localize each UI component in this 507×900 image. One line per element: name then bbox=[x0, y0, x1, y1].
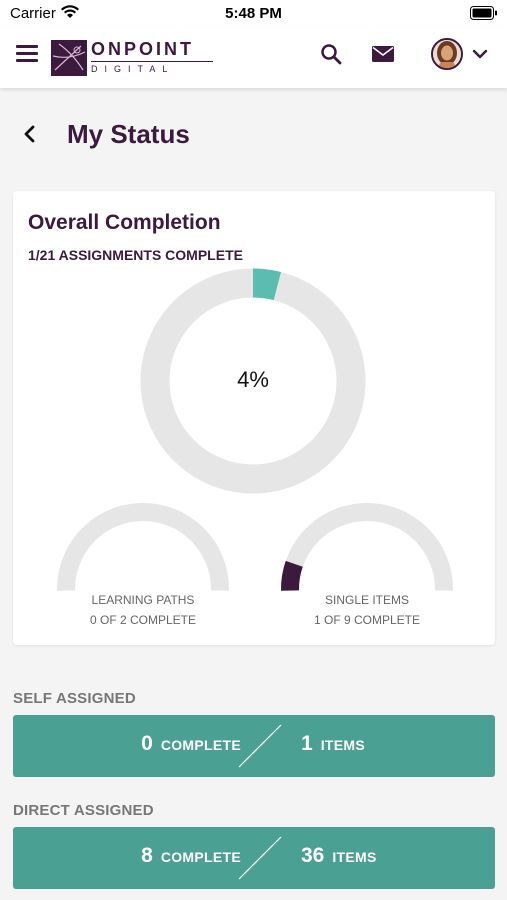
user-avatar[interactable] bbox=[431, 38, 463, 70]
overall-percent-label: 4% bbox=[237, 367, 269, 392]
page-header: My Status bbox=[0, 110, 507, 160]
hamburger-icon[interactable] bbox=[16, 45, 40, 65]
single-items-gauge-track bbox=[281, 503, 453, 591]
direct-assigned-items: 36 ITEMS bbox=[301, 844, 377, 868]
battery-icon bbox=[470, 6, 497, 20]
self-assigned-label: SELF ASSIGNED bbox=[13, 690, 136, 707]
slash-divider bbox=[238, 724, 282, 768]
mail-icon[interactable] bbox=[371, 44, 395, 64]
single-items-detail: 1 OF 9 COMPLETE bbox=[313, 613, 421, 627]
chevron-down-icon[interactable] bbox=[472, 48, 488, 60]
overall-completion-card: Overall Completion 1/21 ASSIGNMENTS COMP… bbox=[13, 191, 495, 645]
direct-assigned-complete-count: 8 bbox=[141, 844, 153, 867]
clock: 5:48 PM bbox=[225, 5, 282, 22]
direct-assigned-items-word: ITEMS bbox=[332, 849, 377, 865]
avatar-image bbox=[433, 40, 461, 68]
self-assigned-items: 1 ITEMS bbox=[301, 732, 365, 756]
self-assigned-items-count: 1 bbox=[301, 732, 313, 755]
single-items-gauge-fill bbox=[281, 560, 303, 591]
self-assigned-complete-count: 0 bbox=[141, 732, 153, 755]
direct-assigned-summary-button[interactable]: 8 COMPLETE 36 ITEMS bbox=[13, 827, 495, 889]
status-bar: Carrier 5:48 PM bbox=[0, 0, 507, 26]
slash-divider bbox=[238, 836, 282, 880]
logo-name-top: ONPOINT bbox=[91, 39, 195, 59]
chevron-left-icon[interactable] bbox=[22, 124, 38, 144]
learning-paths-gauge-track bbox=[57, 503, 229, 591]
logo-name-bottom: DIGITAL bbox=[91, 64, 175, 74]
overall-donut-fill bbox=[252, 268, 281, 301]
logo-mark-icon bbox=[51, 40, 87, 76]
direct-assigned-complete: 8 COMPLETE bbox=[141, 844, 241, 868]
direct-assigned-label: DIRECT ASSIGNED bbox=[13, 802, 154, 819]
learning-paths-label: LEARNING PATHS bbox=[91, 593, 195, 607]
self-assigned-items-word: ITEMS bbox=[320, 737, 365, 753]
learning-paths-detail: 0 OF 2 COMPLETE bbox=[89, 613, 197, 627]
direct-assigned-items-count: 36 bbox=[301, 844, 325, 867]
self-assigned-summary-button[interactable]: 0 COMPLETE 1 ITEMS bbox=[13, 715, 495, 777]
top-nav-bar: ONPOINT DIGITAL bbox=[0, 26, 507, 88]
logo-divider bbox=[91, 61, 213, 62]
learning-paths-caption: LEARNING PATHS 0 OF 2 COMPLETE bbox=[58, 590, 228, 630]
self-assigned-complete-word: COMPLETE bbox=[160, 737, 241, 753]
single-items-caption: SINGLE ITEMS 1 OF 9 COMPLETE bbox=[282, 590, 452, 630]
single-items-label: SINGLE ITEMS bbox=[324, 593, 410, 607]
brand-logo[interactable]: ONPOINT DIGITAL bbox=[51, 38, 221, 78]
completion-charts bbox=[57, 268, 453, 591]
self-assigned-complete: 0 COMPLETE bbox=[141, 732, 241, 756]
page-title: My Status bbox=[67, 119, 190, 149]
search-icon[interactable] bbox=[319, 42, 343, 66]
direct-assigned-complete-word: COMPLETE bbox=[160, 849, 241, 865]
